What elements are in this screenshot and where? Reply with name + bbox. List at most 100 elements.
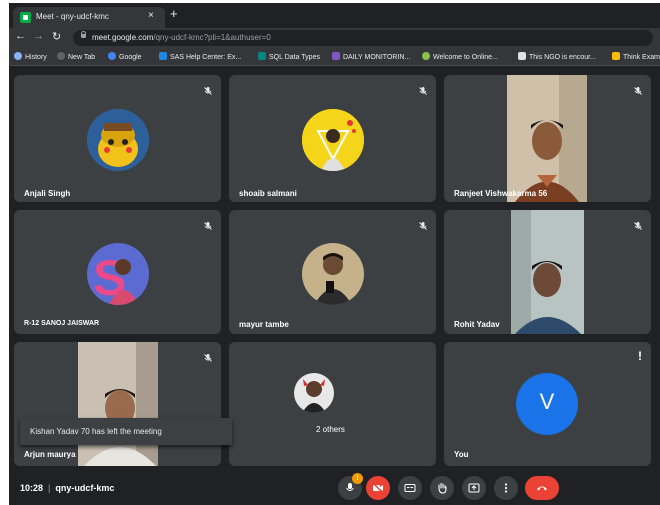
participant-tile[interactable]: Rohit Yadav (444, 210, 651, 334)
mic-off-icon (633, 218, 643, 230)
bookmark-label: New Tab (68, 54, 96, 61)
bookmark-new-tab[interactable]: New Tab (57, 52, 95, 61)
tab-title: Meet - qny-udcf-kmc (36, 12, 109, 21)
mic-off-icon (418, 218, 428, 230)
present-button[interactable] (462, 476, 486, 500)
bookmark-daily[interactable]: DAILY MONITORIN... (332, 52, 410, 61)
mic-icon (346, 483, 354, 491)
bookmark-label: Welcome to Online... (433, 54, 498, 61)
others-count: 2 others (316, 425, 345, 434)
mic-button[interactable]: ! (338, 473, 363, 500)
participant-video (507, 75, 587, 202)
camera-off-icon (372, 482, 384, 494)
bookmark-label: Think Exam (623, 54, 660, 61)
raise-hand-button[interactable] (430, 476, 454, 500)
hang-up-icon (537, 486, 547, 491)
participant-name: Ranjeet Vishwakarma 56 (454, 189, 548, 198)
more-vert-icon (504, 483, 508, 493)
reload-icon[interactable]: ↻ (52, 30, 61, 43)
meeting-info: 10:28 | qny-udcf-kmc (20, 483, 114, 493)
avatar (302, 243, 364, 305)
url-text: meet.google.com/qny-udcf-kmc?pli=1&authu… (92, 33, 271, 42)
lock-icon (81, 31, 86, 38)
browser-tab[interactable]: Meet - qny-udcf-kmc × (13, 7, 165, 28)
back-icon[interactable]: ← (15, 30, 26, 42)
participant-name: Anjali Singh (24, 189, 71, 198)
participant-video (511, 210, 584, 334)
notification-toast: Kishan Yadav 70 has left the meeting (20, 418, 232, 445)
mic-off-icon (418, 83, 428, 95)
captions-button[interactable] (398, 476, 422, 500)
others-tile[interactable]: 2 others (229, 342, 436, 466)
mic-off-icon (203, 218, 213, 230)
alert-icon[interactable]: ! (638, 349, 642, 363)
bookmark-sas[interactable]: SAS Help Center: Ex... (159, 52, 241, 61)
meeting-time: 10:28 (20, 483, 44, 493)
news-icon (518, 52, 526, 60)
avatar (294, 373, 334, 413)
forward-icon[interactable]: → (33, 30, 44, 42)
participant-video (78, 342, 158, 466)
participant-tile[interactable]: Arjun maurya (14, 342, 221, 466)
avatar: S (87, 243, 149, 305)
close-tab-icon[interactable]: × (148, 10, 154, 21)
globe-icon (57, 52, 65, 60)
camera-button[interactable] (366, 476, 390, 500)
browser-window: Meet - qny-udcf-kmc × + ← → ↻ meet.googl… (9, 3, 660, 505)
self-tile[interactable]: ! V You (444, 342, 651, 466)
meet-favicon-icon (20, 12, 31, 23)
sql-icon (258, 52, 266, 60)
url-path: /qny-udcf-kmc?pli=1&authuser=0 (153, 33, 271, 42)
bookmark-label: DAILY MONITORIN... (343, 54, 411, 61)
participant-tile[interactable]: Anjali Singh (14, 75, 221, 202)
mic-off-icon (203, 83, 213, 95)
bookmark-welcome[interactable]: Welcome to Online... (422, 52, 498, 61)
participant-name: shoaib salmani (239, 189, 297, 198)
browser-toolbar: ← → ↻ meet.google.com/qny-udcf-kmc?pli=1… (9, 28, 660, 48)
bookmark-label: SAS Help Center: Ex... (170, 54, 242, 61)
bookmark-think[interactable]: Think Exam (612, 52, 660, 61)
meeting-separator: | (48, 483, 51, 493)
bookmark-label: History (25, 54, 47, 61)
participant-name: Arjun maurya (24, 450, 76, 459)
participant-tile[interactable]: shoaib salmani (229, 75, 436, 202)
more-options-button[interactable] (494, 476, 518, 500)
self-avatar: V (516, 373, 578, 435)
bookmark-label: This NGO is encour... (529, 54, 596, 61)
toast-text: Kishan Yadav 70 has left the meeting (30, 427, 162, 436)
url-host: meet.google.com (92, 33, 154, 42)
hand-icon (438, 482, 447, 494)
bookmark-google[interactable]: Google (108, 52, 142, 61)
tab-strip: Meet - qny-udcf-kmc × + (9, 3, 660, 28)
new-tab-button[interactable]: + (170, 6, 178, 21)
meeting-code: qny-udcf-kmc (55, 483, 115, 493)
bookmark-sql[interactable]: SQL Data Types (258, 52, 320, 61)
participant-name: mayur tambe (239, 320, 289, 329)
bookmarks-bar: History New Tab Google SAS Help Center: … (9, 48, 660, 66)
bookmark-label: Google (119, 54, 142, 61)
bookmark-history[interactable]: History (14, 52, 47, 61)
avatar (87, 109, 149, 171)
leave-call-button[interactable] (525, 476, 559, 500)
daily-icon (332, 52, 340, 60)
participant-name: You (454, 450, 469, 459)
participant-name: Rohit Yadav (454, 320, 500, 329)
captions-icon (404, 484, 416, 492)
leaf-icon (422, 52, 430, 60)
participant-tile[interactable]: mayur tambe (229, 210, 436, 334)
avatar (302, 109, 364, 171)
bookmark-ngo[interactable]: This NGO is encour... (518, 52, 596, 61)
bulb-icon (612, 52, 620, 60)
self-initial: V (539, 389, 555, 414)
address-bar[interactable]: meet.google.com/qny-udcf-kmc?pli=1&authu… (73, 30, 653, 46)
present-icon (468, 483, 480, 493)
mic-warning-badge: ! (352, 473, 363, 484)
bookmark-label: SQL Data Types (269, 54, 320, 61)
participant-name: R-12 SANOJ JAISWAR (24, 320, 100, 327)
globe-icon (14, 52, 22, 60)
google-icon (108, 52, 116, 60)
mic-off-icon (203, 350, 213, 362)
mic-off-icon (633, 83, 643, 95)
participant-tile[interactable]: S R-12 SANOJ JAISWAR (14, 210, 221, 334)
participant-tile[interactable]: Ranjeet Vishwakarma 56 (444, 75, 651, 202)
